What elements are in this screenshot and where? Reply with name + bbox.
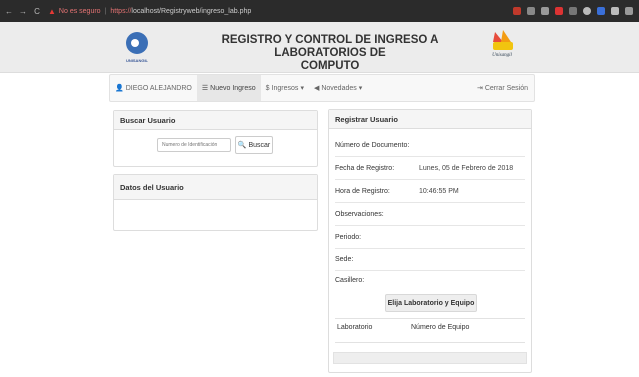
zoom-icon[interactable]	[527, 7, 535, 15]
nav-nuevo-ingreso-label: Nuevo Ingreso	[210, 84, 256, 92]
reg-row-documento: Número de Documento:	[335, 134, 525, 157]
lab-table-footer	[333, 352, 527, 364]
nav-ingresos-label: Ingresos	[271, 84, 299, 92]
reg-label: Observaciones:	[335, 210, 384, 218]
list-icon: ☰	[201, 85, 209, 92]
address-bar[interactable]: https://localhost/Registryweb/ingreso_la…	[110, 8, 251, 15]
warning-triangle-icon: ▲	[48, 6, 56, 16]
extension-icon[interactable]	[513, 7, 521, 15]
lab-table-header: Laboratorio Número de Equipo	[337, 324, 523, 331]
nav-novedades-label: Novedades	[321, 84, 357, 92]
datos-usuario-panel: Datos del Usuario	[113, 174, 318, 231]
page-title-line2: COMPUTO	[300, 60, 360, 72]
navbar: 👤 DIEGO ALEJANDRO ☰ Nuevo Ingreso $ Ingr…	[109, 74, 535, 102]
extension-icon[interactable]	[569, 7, 577, 15]
registrar-usuario-panel: Registrar Usuario Número de Documento: F…	[328, 109, 532, 373]
table-divider	[335, 318, 525, 319]
url-divider: |	[104, 7, 107, 15]
col-numero-equipo: Número de Equipo	[411, 324, 470, 331]
caret-down-icon: ▾	[300, 85, 304, 92]
reg-row-periodo: Periodo:	[335, 226, 525, 249]
extension-icon[interactable]	[555, 7, 563, 15]
col-laboratorio: Laboratorio	[337, 324, 373, 331]
search-button-label: Buscar	[248, 141, 271, 149]
reg-value: 10:46:55 PM	[419, 187, 459, 195]
reg-label: Sede:	[335, 255, 354, 263]
logout-icon: ⇥	[476, 85, 483, 92]
buscar-usuario-panel: Buscar Usuario 🔍 Buscar	[113, 110, 318, 167]
reg-row-fecha: Fecha de Registro: Lunes, 05 de Febrero …	[335, 157, 525, 180]
page-title: REGISTRO Y CONTROL DE INGRESO A LABORATO…	[175, 34, 485, 73]
reg-row-observaciones: Observaciones:	[335, 203, 525, 226]
nav-user-label: DIEGO ALEJANDRO	[125, 84, 192, 92]
browser-extensions	[513, 7, 633, 15]
nav-novedades-dropdown[interactable]: ◀ Novedades ▾	[309, 75, 367, 101]
page-header: UNISANGIL REGISTRO Y CONTROL DE INGRESO …	[0, 22, 639, 73]
reload-icon[interactable]: C	[32, 7, 42, 16]
caret-down-icon: ▾	[358, 85, 363, 92]
reg-label: Casillero:	[335, 276, 365, 284]
back-icon[interactable]: ←	[4, 7, 14, 16]
browser-toolbar: ← → C ▲ No es seguro | https://localhost…	[0, 0, 639, 22]
unisangil-logo	[126, 32, 148, 54]
right-logo-text: Unisangil	[492, 53, 512, 58]
registrar-usuario-heading: Registrar Usuario	[329, 110, 531, 129]
right-logo: Unisangil	[492, 30, 513, 58]
insecure-label[interactable]: No es seguro	[59, 8, 101, 15]
user-icon: 👤	[115, 85, 124, 92]
bullhorn-icon: ◀	[313, 85, 320, 92]
reg-label: Periodo:	[335, 233, 362, 241]
menu-icon[interactable]	[625, 7, 633, 15]
forward-icon[interactable]: →	[18, 7, 28, 16]
dollar-icon: $	[265, 84, 270, 92]
buscar-usuario-heading: Buscar Usuario	[114, 111, 317, 130]
page-title-line1: REGISTRO Y CONTROL DE INGRESO A LABORATO…	[221, 34, 439, 59]
nav-nuevo-ingreso[interactable]: ☰ Nuevo Ingreso	[196, 75, 261, 101]
search-button[interactable]: 🔍 Buscar	[235, 136, 273, 154]
left-logo-text: UNISANGIL	[126, 58, 148, 63]
reg-row-hora: Hora de Registro: 10:46:55 PM	[335, 180, 525, 203]
reg-label: Fecha de Registro:	[335, 164, 395, 172]
reg-value: Lunes, 05 de Febrero de 2018	[419, 164, 514, 172]
search-icon: 🔍	[237, 142, 247, 149]
star-icon[interactable]	[541, 7, 549, 15]
search-input[interactable]	[157, 138, 231, 152]
extension-icon[interactable]	[611, 7, 619, 15]
table-divider	[335, 342, 525, 343]
url-scheme: https://	[110, 7, 132, 15]
datos-usuario-heading: Datos del Usuario	[114, 175, 317, 200]
elija-laboratorio-button[interactable]: Elija Laboratorio y Equipo	[385, 294, 477, 312]
nav-ingresos-dropdown[interactable]: $ Ingresos ▾	[261, 75, 309, 101]
extension-icon[interactable]	[583, 7, 591, 15]
reg-label: Número de Documento:	[335, 141, 410, 149]
reg-label: Hora de Registro:	[335, 187, 390, 195]
extension-icon[interactable]	[597, 7, 605, 15]
url-path: localhost/Registryweb/ingreso_lab.php	[131, 7, 252, 15]
logout-label: Cerrar Sesión	[484, 84, 528, 92]
nav-user[interactable]: 👤 DIEGO ALEJANDRO	[110, 75, 197, 101]
reg-row-sede: Sede:	[335, 248, 525, 271]
logout-link[interactable]: ⇥ Cerrar Sesión	[476, 84, 534, 93]
reg-row-casillero: Casillero:	[335, 270, 525, 290]
